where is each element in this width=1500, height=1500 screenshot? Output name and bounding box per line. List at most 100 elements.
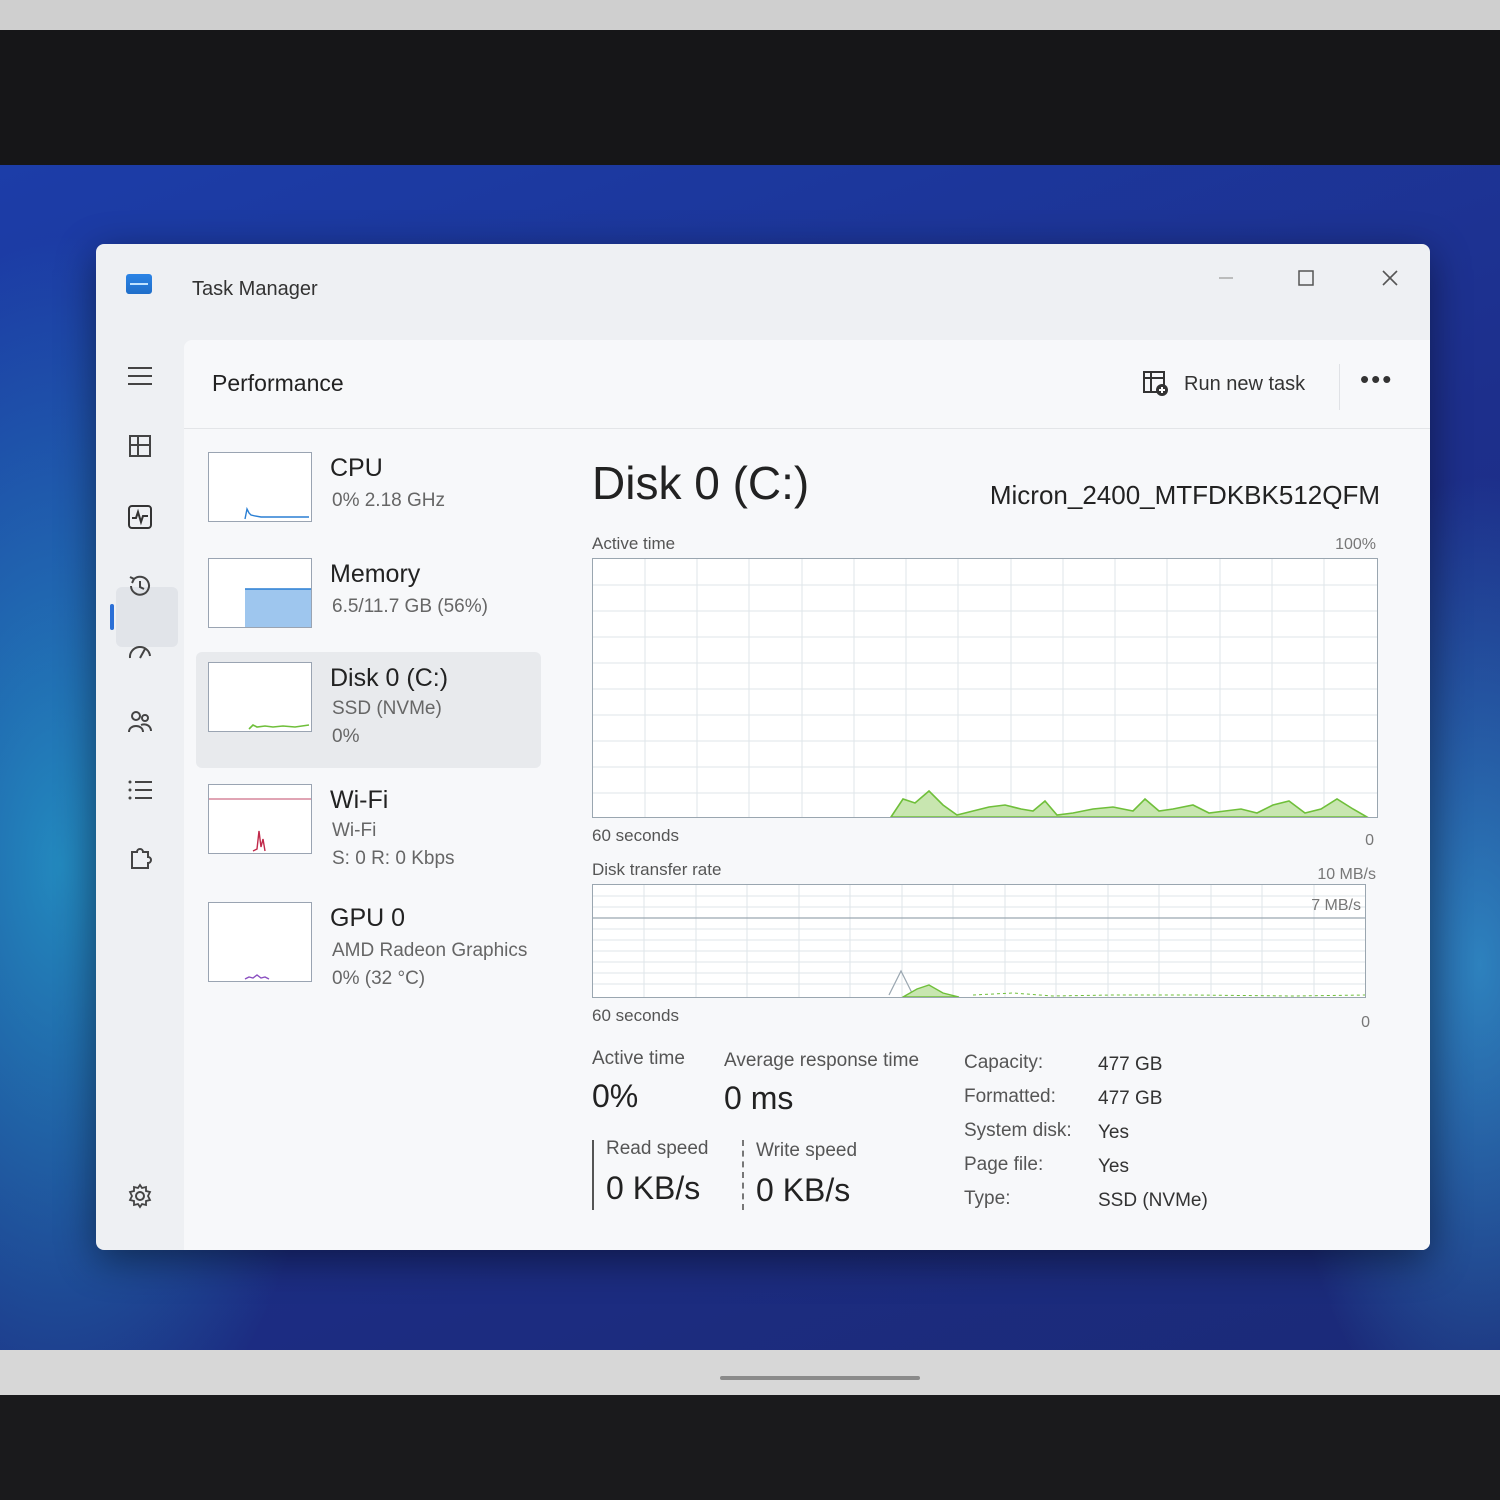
avg-response-stat-label: Average response time — [724, 1050, 920, 1071]
device-detail: AMD Radeon Graphics — [332, 940, 528, 961]
window-title: Task Manager — [192, 278, 318, 300]
screen-bezel-top — [0, 0, 1500, 30]
system-disk-value: Yes — [1098, 1122, 1129, 1143]
read-speed-value: 0 KB/s — [606, 1170, 701, 1206]
capacity-key: Capacity: — [964, 1052, 1044, 1073]
active-time-stat-value: 0% — [592, 1078, 639, 1114]
minimize-button[interactable] — [1206, 260, 1246, 296]
disk-model: Micron_2400_MTFDKBK512QFM — [989, 480, 1380, 510]
page-title: Performance — [212, 370, 344, 396]
nav-active-indicator — [110, 604, 114, 630]
processes-icon — [129, 435, 151, 457]
active-time-graph-min: 0 — [1365, 832, 1374, 849]
history-icon — [129, 575, 150, 596]
nav-details[interactable] — [124, 774, 156, 806]
device-detail-usage: 0% (32 °C) — [332, 968, 426, 989]
page-file-key: Page file: — [964, 1154, 1044, 1175]
settings-gear-icon — [128, 1183, 152, 1209]
nav-services[interactable] — [124, 842, 156, 874]
details-list-icon — [128, 780, 152, 800]
screen-bezel-bottom — [0, 1350, 1500, 1395]
startup-speedometer-icon — [128, 646, 151, 659]
nav-processes[interactable] — [124, 430, 156, 462]
bezel-indicator-line — [720, 1376, 920, 1380]
device-name: Wi-Fi — [330, 786, 389, 814]
task-manager-app-icon — [126, 274, 152, 294]
device-detail: 0% 2.18 GHz — [332, 490, 445, 511]
device-detail-throughput: S: 0 R: 0 Kbps — [332, 848, 455, 869]
capacity-value: 477 GB — [1098, 1054, 1163, 1075]
disk-thumbnail-graph — [208, 662, 312, 732]
gpu-thumbnail-graph — [208, 902, 312, 982]
active-time-graph — [592, 558, 1378, 818]
run-new-task-label: Run new task — [1184, 372, 1306, 395]
page-file-value: Yes — [1098, 1156, 1129, 1177]
transfer-rate-graph: 7 MB/s — [592, 884, 1366, 998]
screen-bezel-dark — [0, 30, 1500, 170]
run-new-task-button[interactable]: Run new task — [1142, 370, 1305, 398]
nav-settings[interactable] — [124, 1180, 156, 1212]
active-time-graph-label: Active time — [592, 534, 676, 553]
device-detail: Wi-Fi — [332, 820, 377, 841]
device-detail: SSD (NVMe) — [332, 698, 442, 719]
type-key: Type: — [964, 1188, 1011, 1209]
formatted-key: Formatted: — [964, 1086, 1056, 1107]
transfer-rate-graph-xlabel: 60 seconds — [592, 1006, 679, 1025]
read-speed-divider — [592, 1140, 594, 1210]
device-detail-usage: 0% — [332, 726, 360, 747]
services-puzzle-icon — [131, 848, 152, 869]
formatted-value: 477 GB — [1098, 1088, 1163, 1109]
device-name: Memory — [330, 560, 421, 588]
transfer-rate-graph-max: 10 MB/s — [1317, 866, 1376, 883]
laptop-base — [0, 1395, 1500, 1500]
device-detail: 6.5/11.7 GB (56%) — [332, 596, 488, 617]
nav-startup-apps[interactable] — [124, 638, 156, 670]
run-new-task-icon — [1143, 371, 1168, 396]
maximize-icon — [1298, 270, 1314, 286]
maximize-button[interactable] — [1286, 260, 1326, 296]
minimize-icon — [1219, 277, 1233, 279]
nav-rail — [96, 344, 184, 1250]
active-time-graph-xlabel: 60 seconds — [592, 826, 679, 845]
memory-thumbnail-graph — [208, 558, 312, 628]
write-speed-label: Write speed — [756, 1140, 858, 1161]
read-speed-label: Read speed — [606, 1138, 709, 1159]
device-name: Disk 0 (C:) — [330, 664, 449, 692]
close-button[interactable] — [1370, 260, 1410, 296]
avg-response-stat-value: 0 ms — [724, 1080, 794, 1116]
hamburger-icon — [128, 367, 152, 385]
page-header: Performance Run new task ••• — [184, 340, 1430, 429]
transfer-rate-graph-label: Disk transfer rate — [592, 860, 722, 879]
device-item-disk-0[interactable]: Disk 0 (C:) SSD (NVMe) 0% — [196, 652, 541, 768]
system-disk-key: System disk: — [964, 1120, 1072, 1141]
transfer-rate-inner-scale: 7 MB/s — [1311, 897, 1361, 914]
more-options-button[interactable]: ••• — [1360, 364, 1393, 395]
detail-title: Disk 0 (C:) — [592, 457, 810, 509]
header-separator — [1339, 364, 1340, 410]
users-icon — [128, 711, 152, 733]
device-item-memory[interactable]: Memory 6.5/11.7 GB (56%) — [196, 548, 541, 664]
device-name: GPU 0 — [330, 904, 406, 932]
device-name: CPU — [330, 454, 383, 482]
device-item-gpu-0[interactable]: GPU 0 AMD Radeon Graphics 0% (32 °C) — [196, 892, 541, 1008]
content-panel: Performance Run new task ••• CPU 0% 2.18… — [184, 340, 1430, 1250]
performance-icon — [128, 505, 152, 529]
wifi-thumbnail-graph — [208, 784, 312, 854]
active-time-graph-max: 100% — [1335, 536, 1376, 553]
active-time-stat-label: Active time — [592, 1048, 685, 1069]
write-speed-divider — [742, 1140, 744, 1210]
write-speed-value: 0 KB/s — [756, 1172, 851, 1208]
disk-detail-panel: Disk 0 (C:) Micron_2400_MTFDKBK512QFM Ac… — [584, 428, 1414, 1250]
nav-users[interactable] — [124, 706, 156, 738]
nav-performance[interactable] — [124, 501, 156, 533]
task-manager-window: Task Manager Performance Run new task ••… — [96, 244, 1430, 1250]
device-item-cpu[interactable]: CPU 0% 2.18 GHz — [196, 442, 541, 558]
cpu-thumbnail-graph — [208, 452, 312, 522]
nav-app-history[interactable] — [124, 570, 156, 602]
hamburger-menu-button[interactable] — [124, 360, 156, 392]
transfer-rate-graph-min: 0 — [1361, 1014, 1370, 1031]
type-value: SSD (NVMe) — [1098, 1190, 1208, 1211]
device-item-wifi[interactable]: Wi-Fi Wi-Fi S: 0 R: 0 Kbps — [196, 774, 541, 890]
close-icon — [1382, 270, 1398, 286]
device-list: CPU 0% 2.18 GHz Memory 6.5/11.7 GB (56%)… — [184, 428, 564, 1250]
